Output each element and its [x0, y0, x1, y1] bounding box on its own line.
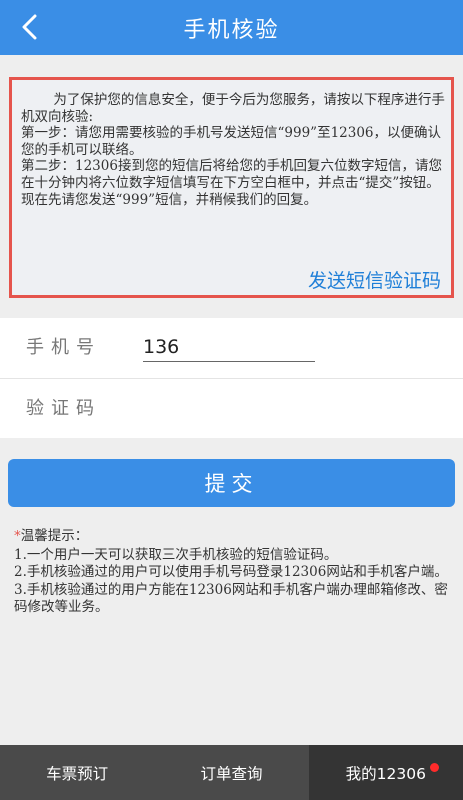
submit-button[interactable]: 提交: [8, 459, 455, 507]
tip-item: 3.手机核验通过的用户方能在12306网站和手机客户端办理邮箱修改、密码修改等业…: [14, 581, 448, 615]
send-sms-code-link[interactable]: 发送短信验证码: [308, 266, 441, 293]
tab-order-query[interactable]: 订单查询: [154, 745, 308, 800]
tips-star: *: [14, 528, 21, 544]
page-title: 手机核验: [183, 17, 280, 43]
code-row: 验证码: [0, 379, 463, 439]
tab-label: 我的12306: [345, 764, 426, 783]
notice-step-2: 第二步：12306接到您的短信后将给您的手机回复六位数字短信，请您在十分钟内将六…: [21, 158, 442, 208]
tips-title: 温馨提示：: [20, 528, 89, 544]
tab-my-12306[interactable]: 我的12306: [308, 745, 463, 800]
verification-notice: 为了保护您的信息安全，便于今后为您服务，请按以下程序进行手机双向核验: 第一步：…: [9, 77, 454, 298]
notice-step-1: 第一步：请您用需要核验的手机号发送短信“999”至12306，以便确认您的手机可…: [21, 125, 442, 158]
tips-section: *温馨提示： 1.一个用户一天可以获取三次手机核验的短信验证码。 2.手机核验通…: [14, 528, 452, 616]
tip-item: 2.手机核验通过的用户可以使用手机号码登录12306网站和手机客户端。: [14, 564, 448, 581]
notice-intro: 为了保护您的信息安全，便于今后为您服务，请按以下程序进行手机双向核验:: [21, 92, 445, 125]
phone-input[interactable]: [143, 332, 315, 362]
code-label: 验证码: [26, 398, 101, 419]
header-bar: 手机核验: [0, 0, 463, 55]
code-input[interactable]: [143, 391, 433, 427]
back-button[interactable]: [10, 8, 48, 46]
tab-ticket-booking[interactable]: 车票预订: [0, 745, 154, 800]
phone-row: 手机号: [0, 318, 463, 379]
chevron-left-icon: [22, 14, 37, 40]
tips-heading: *温馨提示：: [14, 528, 452, 545]
verification-form: 手机号 验证码: [0, 318, 463, 438]
phone-label: 手机号: [26, 337, 101, 358]
tab-label: 订单查询: [200, 764, 263, 783]
notification-dot: [429, 763, 439, 772]
notice-text: 为了保护您的信息安全，便于今后为您服务，请按以下程序进行手机双向核验: 第一步：…: [21, 92, 445, 208]
bottom-tab-bar: 车票预订 订单查询 我的12306: [0, 745, 463, 800]
tip-item: 1.一个用户一天可以获取三次手机核验的短信验证码。: [14, 547, 338, 564]
tab-label: 车票预订: [46, 764, 109, 783]
